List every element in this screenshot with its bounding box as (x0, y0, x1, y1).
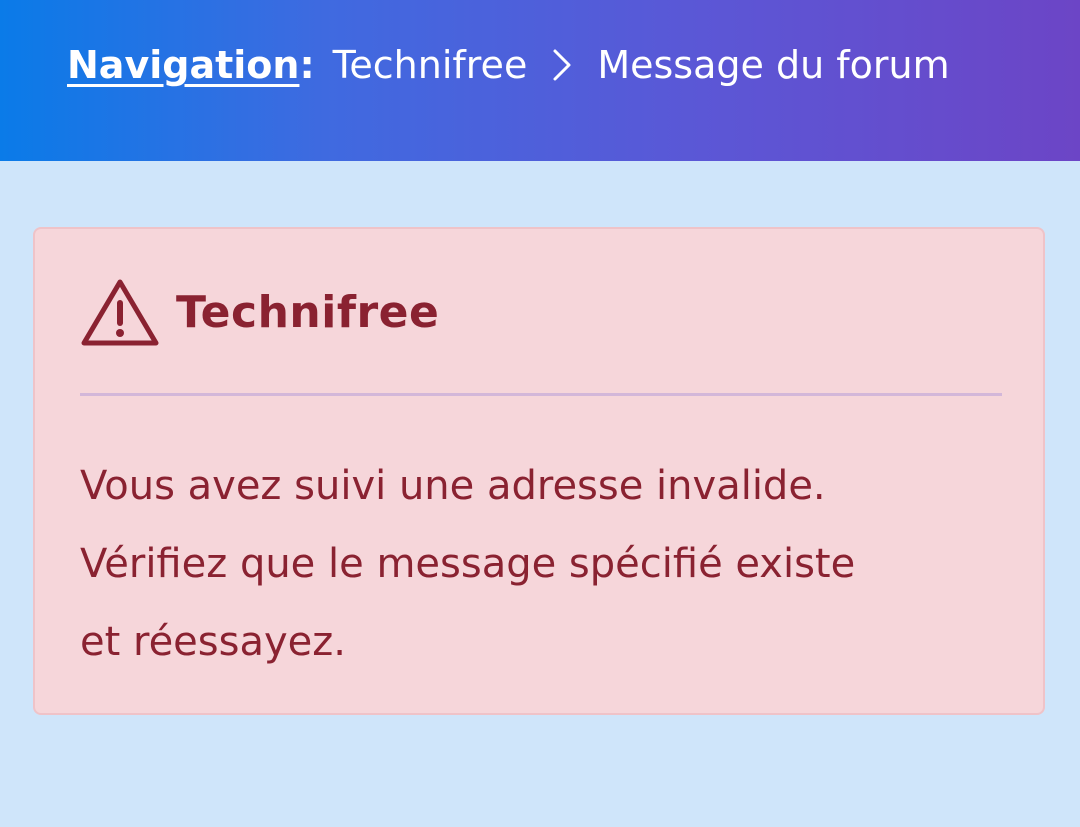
alert-message-line: Vérifiez que le message spécifié existe (80, 541, 856, 587)
alert-message-line: Vous avez suivi une adresse invalide. (80, 463, 826, 509)
alert-message: Vous avez suivi une adresse invalide. Vé… (80, 447, 1020, 681)
alert-header: Technifree (80, 277, 439, 347)
warning-triangle-icon (81, 279, 159, 346)
top-header: Navigation : Technifree Message du forum (0, 0, 1080, 161)
navigation-colon: : (299, 43, 315, 87)
error-alert: Technifree Vous avez suivi une adresse i… (33, 227, 1045, 715)
chevron-right-icon (553, 49, 571, 81)
breadcrumb-item-technifree[interactable]: Technifree (333, 43, 528, 87)
alert-divider (80, 393, 1002, 396)
navigation-link[interactable]: Navigation (67, 43, 299, 87)
alert-title: Technifree (176, 286, 440, 338)
breadcrumb: Navigation : Technifree Message du forum (67, 38, 950, 92)
alert-message-line: et réessayez. (80, 619, 346, 665)
breadcrumb-item-current: Message du forum (597, 43, 950, 87)
